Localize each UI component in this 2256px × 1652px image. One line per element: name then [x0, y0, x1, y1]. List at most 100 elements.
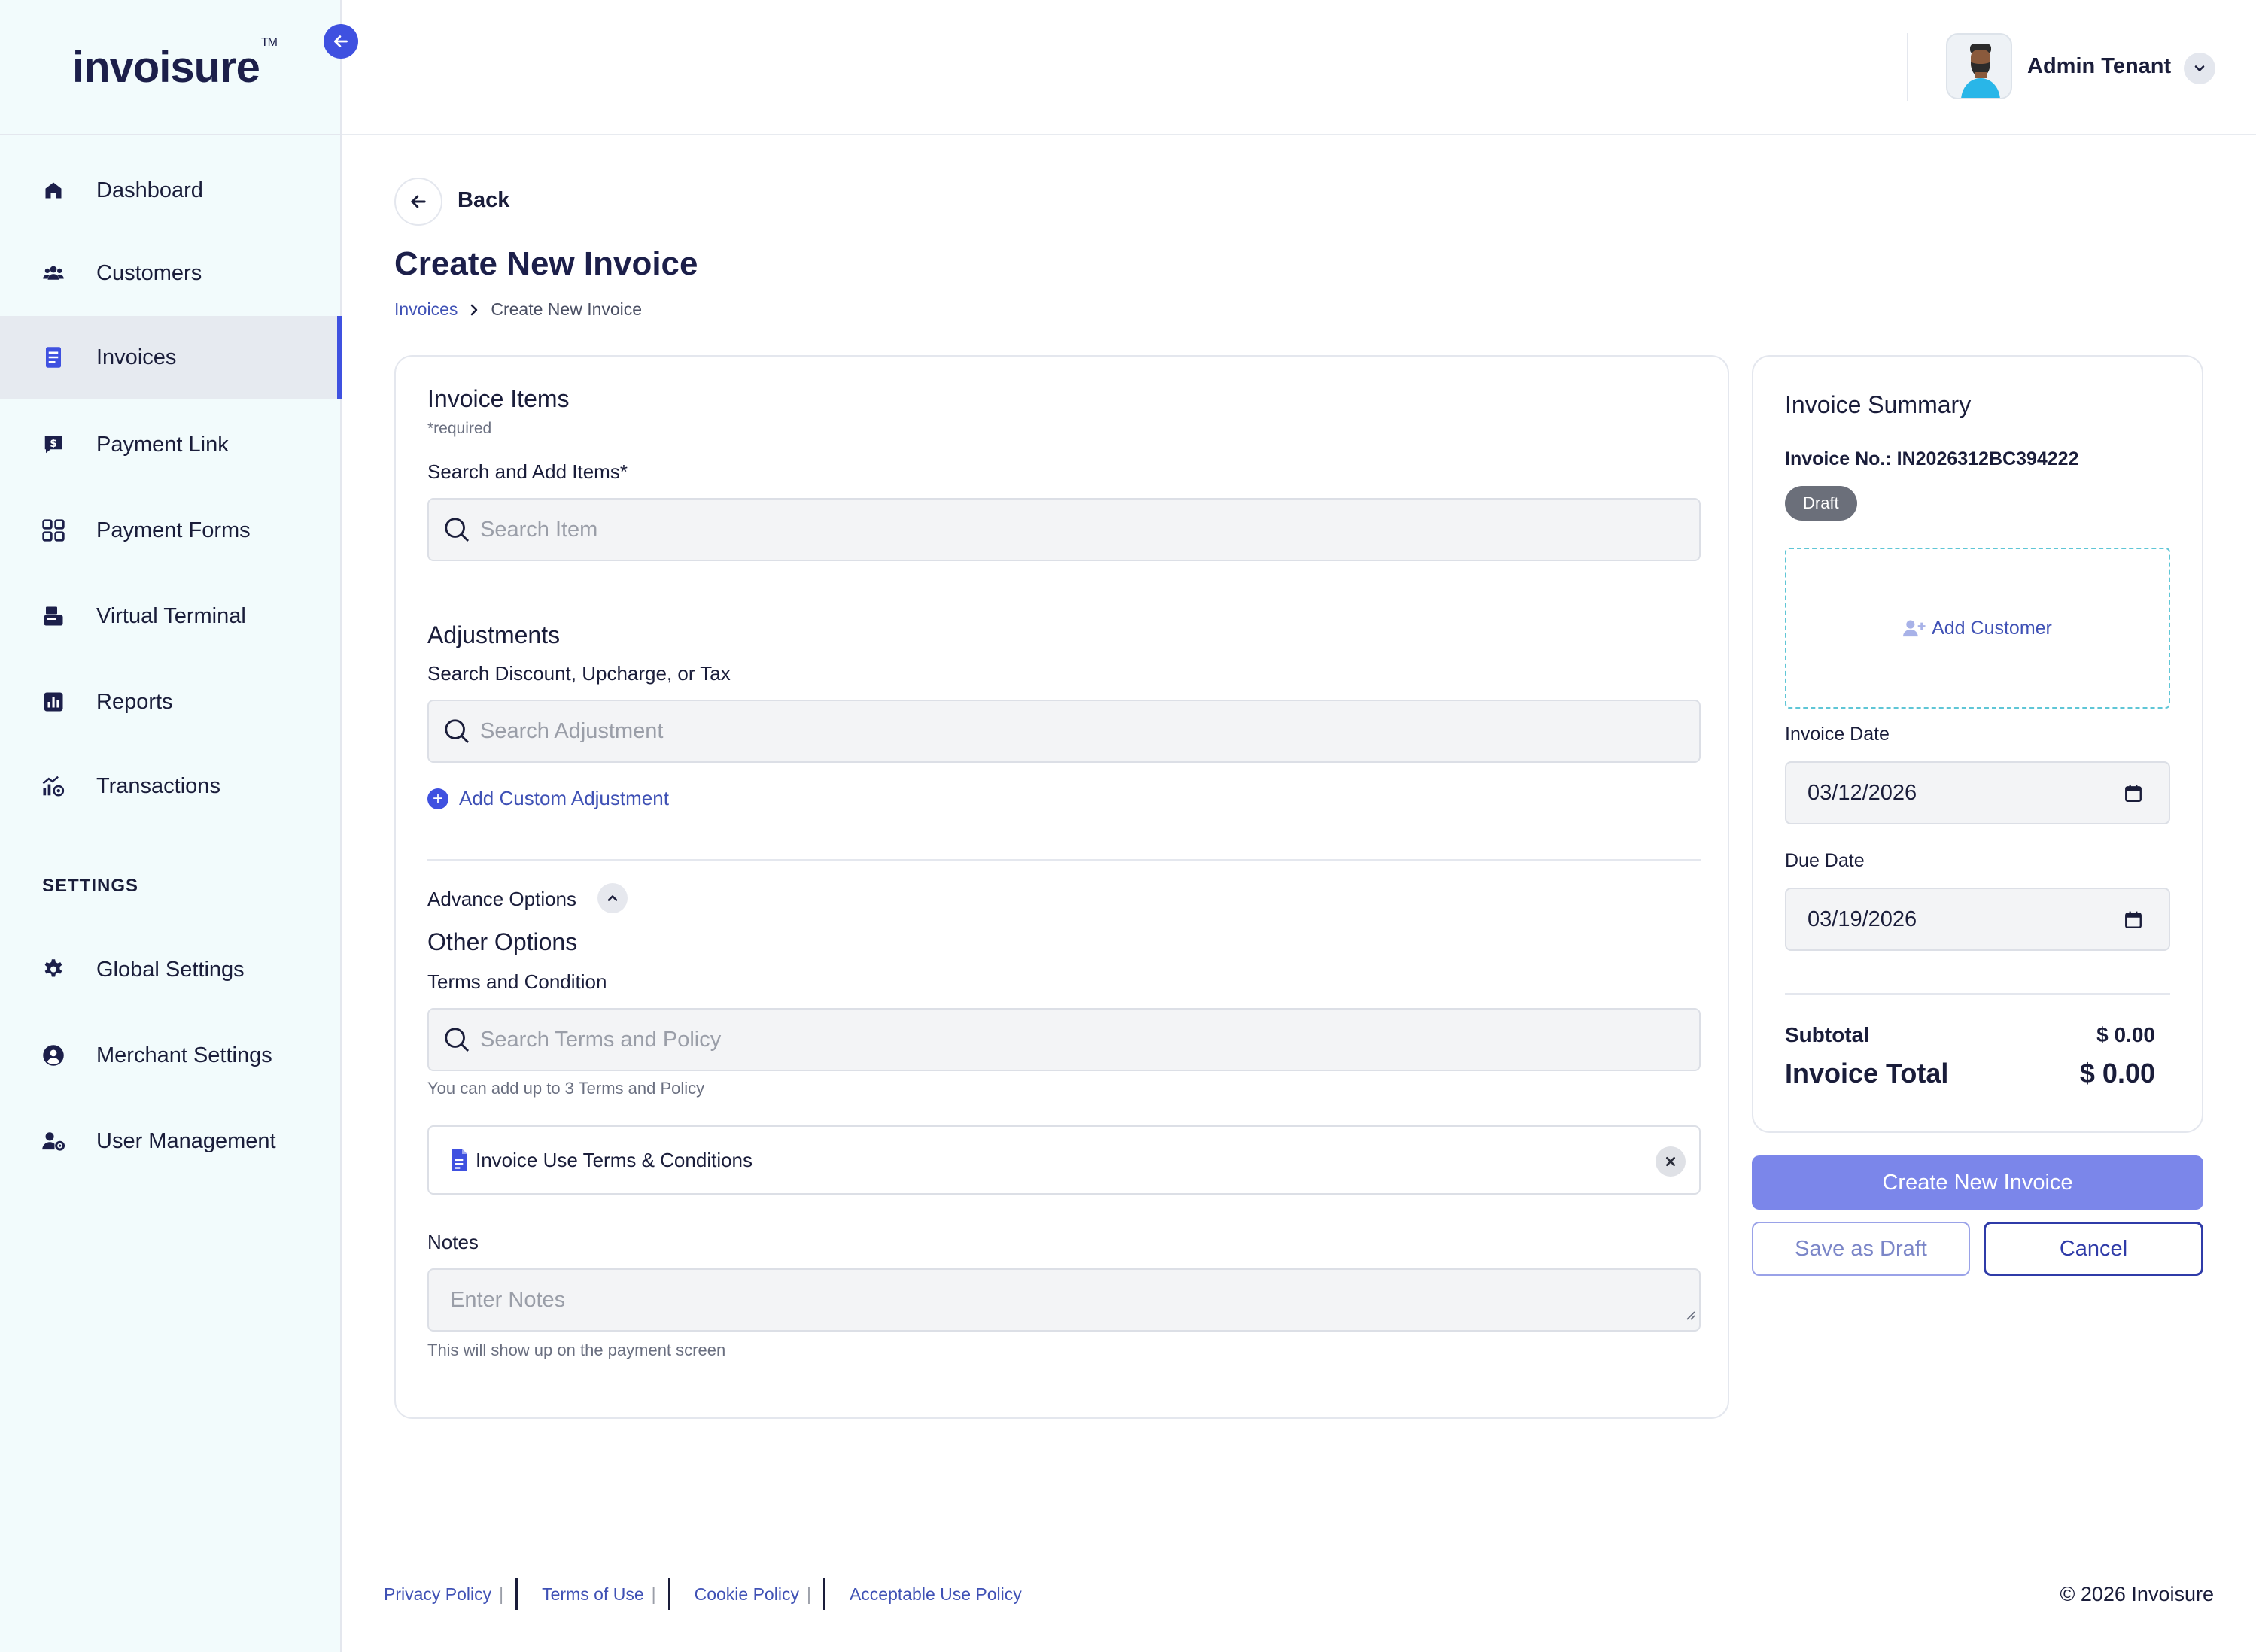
sidebar-item-virtual-terminal[interactable]: Virtual Terminal [0, 575, 342, 657]
cancel-button[interactable]: Cancel [1984, 1222, 2203, 1276]
search-item-input[interactable]: Search Item [427, 498, 1701, 561]
status-badge: Draft [1785, 486, 1857, 521]
chevron-down-icon [2192, 61, 2207, 76]
breadcrumb-link-invoices[interactable]: Invoices [394, 299, 458, 320]
create-invoice-button[interactable]: Create New Invoice [1752, 1155, 2203, 1210]
remove-term-button[interactable] [1656, 1146, 1686, 1177]
add-custom-adjustment-button[interactable]: + Add Custom Adjustment [427, 787, 669, 810]
brand-logo[interactable]: invoisureTM [72, 36, 278, 93]
footer-link-terms[interactable]: Terms of Use [542, 1584, 643, 1605]
adjustments-search-label: Search Discount, Upcharge, or Tax [427, 662, 731, 685]
sidebar-item-label: Reports [96, 689, 173, 714]
copyright: © 2026 Invoisure [2060, 1583, 2214, 1605]
settings-section-label: SETTINGS [42, 876, 139, 896]
sidebar-item-payment-forms[interactable]: Payment Forms [0, 489, 342, 572]
sidebar-item-transactions[interactable]: Transactions [0, 745, 342, 828]
collapse-sidebar-button[interactable] [324, 24, 358, 59]
save-draft-button[interactable]: Save as Draft [1752, 1222, 1970, 1276]
notes-placeholder: Enter Notes [450, 1287, 566, 1312]
calendar-icon[interactable] [2124, 784, 2143, 803]
chevron-up-icon [605, 891, 620, 906]
user-name[interactable]: Admin Tenant [2027, 54, 2171, 79]
grid-icon [41, 518, 66, 543]
back-button[interactable] [394, 178, 442, 226]
user-gear-icon [41, 1128, 66, 1154]
invoice-total-value: $ 0.00 [2079, 1058, 2155, 1089]
footer-link-privacy[interactable]: Privacy Policy [384, 1584, 491, 1605]
sidebar-item-global-settings[interactable]: Global Settings [0, 928, 342, 1011]
user-circle-icon [41, 1043, 66, 1068]
resize-handle-icon[interactable] [1683, 1302, 1696, 1327]
advance-options-toggle[interactable] [597, 883, 628, 913]
plus-circle-icon: + [427, 788, 448, 809]
sidebar-item-label: Payment Forms [96, 518, 251, 542]
invoice-items-title: Invoice Items [427, 385, 570, 412]
sidebar-item-invoices[interactable]: Invoices [0, 316, 342, 399]
notes-label: Notes [427, 1231, 479, 1253]
sidebar-item-user-management[interactable]: User Management [0, 1100, 342, 1183]
terms-label: Terms and Condition [427, 970, 607, 993]
users-icon [41, 260, 66, 286]
invoice-date-label: Invoice Date [1785, 724, 1890, 745]
search-icon [442, 1025, 471, 1054]
sidebar-item-customers[interactable]: Customers [0, 232, 342, 314]
footer-divider [667, 1578, 670, 1610]
search-icon [442, 515, 471, 544]
due-date-label: Due Date [1785, 850, 1865, 871]
sidebar-item-reports[interactable]: Reports [0, 660, 342, 743]
add-customer-button[interactable]: Add Customer [1785, 548, 2170, 709]
search-adjustment-placeholder: Search Adjustment [480, 718, 664, 743]
transactions-icon [41, 773, 66, 799]
notes-textarea[interactable]: Enter Notes [427, 1268, 1701, 1332]
footer-link-acceptable-use[interactable]: Acceptable Use Policy [850, 1584, 1022, 1605]
invoice-form-card: Invoice Items *required Search and Add I… [394, 355, 1729, 1419]
sidebar-item-payment-link[interactable]: $ Payment Link [0, 403, 342, 486]
dollar-message-icon: $ [41, 432, 66, 457]
search-item-placeholder: Search Item [480, 517, 598, 542]
invoice-total-label: Invoice Total [1785, 1058, 1949, 1089]
close-icon [1665, 1155, 1677, 1168]
notes-hint: This will show up on the payment screen [427, 1341, 726, 1359]
user-menu-toggle[interactable] [2184, 53, 2215, 84]
logo-area: invoisureTM [0, 0, 340, 135]
breadcrumb-current: Create New Invoice [491, 299, 643, 319]
footer-separator: | [499, 1584, 504, 1604]
sidebar-item-merchant-settings[interactable]: Merchant Settings [0, 1014, 342, 1097]
footer-links: Privacy Policy | Terms of Use | Cookie P… [384, 1578, 1022, 1610]
invoice-number: Invoice No.: IN2026312BC394222 [1785, 448, 2079, 469]
calendar-icon[interactable] [2124, 910, 2143, 930]
add-customer-label: Add Customer [1932, 617, 2052, 639]
terminal-icon [41, 603, 66, 629]
items-search-label: Search and Add Items* [427, 460, 628, 483]
due-date-value: 03/19/2026 [1808, 906, 1917, 931]
due-date-input[interactable]: 03/19/2026 [1785, 888, 2170, 951]
chevron-right-icon [468, 302, 480, 317]
footer-separator: | [806, 1584, 811, 1604]
document-icon [41, 345, 66, 370]
footer-link-cookie[interactable]: Cookie Policy [695, 1584, 799, 1605]
search-terms-input[interactable]: Search Terms and Policy [427, 1008, 1701, 1071]
sidebar-item-label: Transactions [96, 773, 220, 798]
selected-term-label: Invoice Use Terms & Conditions [476, 1148, 753, 1171]
search-adjustment-input[interactable]: Search Adjustment [427, 700, 1701, 763]
avatar[interactable] [1946, 33, 2012, 99]
advance-options-label[interactable]: Advance Options [427, 888, 576, 911]
subtotal-label: Subtotal [1785, 1023, 1869, 1046]
document-icon [450, 1148, 468, 1172]
terms-hint: You can add up to 3 Terms and Policy [427, 1079, 705, 1098]
user-plus-icon [1903, 618, 1927, 638]
arrow-left-icon [408, 191, 429, 212]
arrow-left-icon [331, 32, 351, 51]
sidebar-item-label: Merchant Settings [96, 1043, 272, 1067]
sidebar-item-dashboard[interactable]: Dashboard [0, 149, 342, 232]
sidebar-item-label: User Management [96, 1128, 276, 1153]
back-label[interactable]: Back [458, 188, 509, 213]
sidebar: invoisureTM Dashboard Customers Invoices… [0, 0, 342, 1652]
required-note: *required [427, 420, 492, 437]
subtotal-row: Subtotal $ 0.00 [1785, 1023, 2155, 1047]
summary-divider [1785, 993, 2170, 995]
adjustments-title: Adjustments [427, 621, 561, 648]
sidebar-item-label: Virtual Terminal [96, 603, 246, 628]
sidebar-item-label: Payment Link [96, 432, 229, 457]
invoice-date-input[interactable]: 03/12/2026 [1785, 761, 2170, 824]
